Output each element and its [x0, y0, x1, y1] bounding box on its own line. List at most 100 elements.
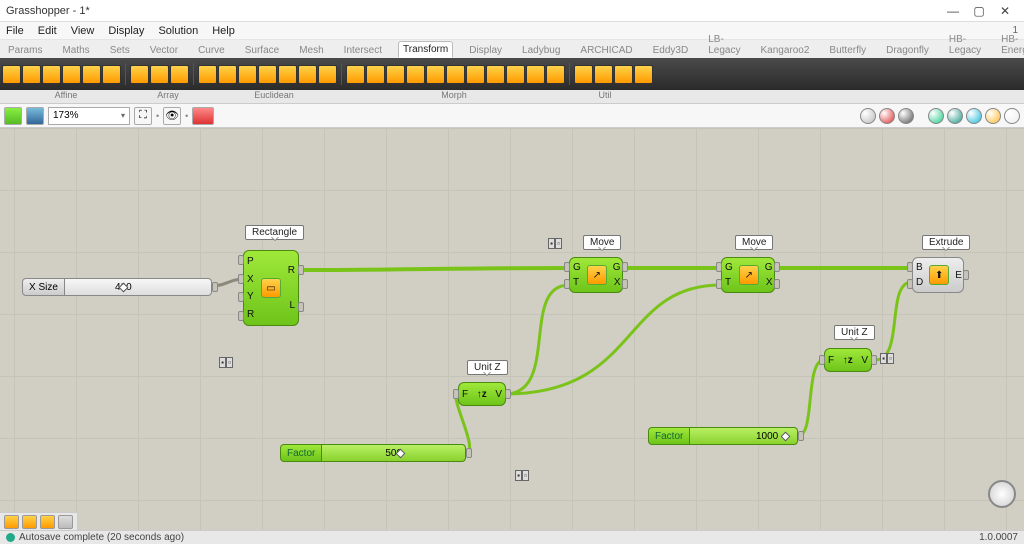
slider-factor-1[interactable]: Factor 500	[280, 444, 466, 462]
tab-kangaroo2[interactable]: Kangaroo2	[756, 43, 813, 58]
zoom-extents-icon[interactable]: ⛶	[134, 107, 152, 125]
ribbon-button[interactable]	[170, 65, 189, 84]
ribbon-button[interactable]	[102, 65, 121, 84]
slider-thumb[interactable]	[781, 432, 791, 442]
menu-help[interactable]: Help	[212, 25, 235, 37]
menu-display[interactable]: Display	[108, 25, 144, 37]
ribbon-button[interactable]	[386, 65, 405, 84]
ribbon-button[interactable]	[466, 65, 485, 84]
corner-btn-1[interactable]	[4, 515, 19, 529]
tab-hb-energy[interactable]: HB-Energy	[997, 32, 1024, 58]
ribbon-button[interactable]	[574, 65, 593, 84]
tab-archicad[interactable]: ARCHICAD	[576, 43, 636, 58]
ribbon-button[interactable]	[346, 65, 365, 84]
ribbon-button[interactable]	[594, 65, 613, 84]
menu-file[interactable]: File	[6, 25, 24, 37]
input-grips[interactable]	[238, 251, 244, 325]
display-mode-ball[interactable]	[898, 108, 914, 124]
ribbon-button[interactable]	[614, 65, 633, 84]
slider-factor-2[interactable]: Factor 1000	[648, 427, 798, 445]
menu-view[interactable]: View	[71, 25, 95, 37]
ribbon-button[interactable]	[278, 65, 297, 84]
tab-maths[interactable]: Maths	[58, 43, 93, 58]
minimize-button[interactable]: —	[940, 4, 966, 18]
tab-ladybug[interactable]: Ladybug	[518, 43, 564, 58]
sketch-icon[interactable]	[192, 107, 214, 125]
tab-intersect[interactable]: Intersect	[340, 43, 386, 58]
component-move-2[interactable]: GT ↗ GX	[721, 257, 775, 293]
component-extrude[interactable]: BD ⬆ E	[912, 257, 964, 293]
ribbon-button[interactable]	[486, 65, 505, 84]
output-grip[interactable]	[798, 431, 804, 441]
tab-sets[interactable]: Sets	[106, 43, 134, 58]
open-file-icon[interactable]	[4, 107, 22, 125]
rectangle-icon: ▭	[261, 278, 281, 298]
tab-curve[interactable]: Curve	[194, 43, 229, 58]
stream-filter-icon[interactable]: ▪▫	[515, 470, 529, 481]
display-mode-ball[interactable]	[928, 108, 944, 124]
save-file-icon[interactable]	[26, 107, 44, 125]
ribbon-button[interactable]	[366, 65, 385, 84]
corner-btn-4[interactable]	[58, 515, 73, 529]
display-mode-ball[interactable]	[947, 108, 963, 124]
ribbon-button[interactable]	[298, 65, 317, 84]
display-mode-ball[interactable]	[879, 108, 895, 124]
tab-lb-legacy[interactable]: LB-Legacy	[704, 32, 744, 58]
ribbon-button[interactable]	[62, 65, 81, 84]
tab-eddy3d[interactable]: Eddy3D	[649, 43, 693, 58]
component-move-1[interactable]: GT ↗ GX	[569, 257, 623, 293]
ribbon-button[interactable]	[634, 65, 653, 84]
output-grip[interactable]	[212, 282, 218, 292]
output-grips[interactable]	[298, 251, 304, 325]
ribbon-button[interactable]	[318, 65, 337, 84]
ribbon-button[interactable]	[526, 65, 545, 84]
slider-x-size[interactable]: X Size 400	[22, 278, 212, 296]
tab-butterfly[interactable]: Butterfly	[825, 43, 870, 58]
tab-dragonfly[interactable]: Dragonfly	[882, 43, 933, 58]
component-rectangle[interactable]: PXYR ▭ RL	[243, 250, 299, 326]
ribbon-button[interactable]	[546, 65, 565, 84]
label-move-1: Move	[583, 235, 621, 250]
ribbon-button[interactable]	[238, 65, 257, 84]
ribbon-button[interactable]	[506, 65, 525, 84]
tab-display[interactable]: Display	[465, 43, 506, 58]
tab-mesh[interactable]: Mesh	[295, 43, 327, 58]
ribbon-button[interactable]	[42, 65, 61, 84]
ribbon-button[interactable]	[258, 65, 277, 84]
close-button[interactable]: ✕	[992, 4, 1018, 18]
ribbon-button[interactable]	[82, 65, 101, 84]
maximize-button[interactable]: ▢	[966, 4, 992, 18]
ribbon-button[interactable]	[22, 65, 41, 84]
canvas[interactable]: X Size 400 Rectangle PXYR ▭ RL Move ▪▫ G…	[0, 128, 1024, 530]
ribbon-button[interactable]	[198, 65, 217, 84]
menu-solution[interactable]: Solution	[158, 25, 198, 37]
tab-vector[interactable]: Vector	[146, 43, 182, 58]
ribbon-button[interactable]	[130, 65, 149, 84]
output-grip[interactable]	[466, 448, 472, 458]
menu-edit[interactable]: Edit	[38, 25, 57, 37]
ribbon-button[interactable]	[406, 65, 425, 84]
tab-params[interactable]: Params	[4, 43, 46, 58]
tab-hb-legacy[interactable]: HB-Legacy	[945, 32, 985, 58]
stream-filter-icon[interactable]: ▪▫	[880, 353, 894, 364]
display-mode-ball[interactable]	[966, 108, 982, 124]
ribbon-button[interactable]	[426, 65, 445, 84]
stream-filter-icon[interactable]: ▪▫	[548, 238, 562, 249]
tab-surface[interactable]: Surface	[241, 43, 283, 58]
zoom-dropdown[interactable]: 173%	[48, 107, 130, 125]
component-unitz-2[interactable]: F ↑z V	[824, 348, 872, 372]
tab-transform[interactable]: Transform	[398, 41, 453, 58]
display-mode-ball[interactable]	[1004, 108, 1020, 124]
corner-btn-3[interactable]	[40, 515, 55, 529]
ribbon-button[interactable]	[2, 65, 21, 84]
ribbon-button[interactable]	[218, 65, 237, 84]
display-mode-ball[interactable]	[860, 108, 876, 124]
stream-filter-icon[interactable]: ▪▫	[219, 357, 233, 368]
component-unitz-1[interactable]: F ↑z V	[458, 382, 506, 406]
preview-icon[interactable]: 👁	[163, 107, 181, 125]
ribbon-button[interactable]	[150, 65, 169, 84]
ribbon-button[interactable]	[446, 65, 465, 84]
display-mode-ball[interactable]	[985, 108, 1001, 124]
canvas-nav-compass[interactable]	[988, 480, 1016, 508]
corner-btn-2[interactable]	[22, 515, 37, 529]
